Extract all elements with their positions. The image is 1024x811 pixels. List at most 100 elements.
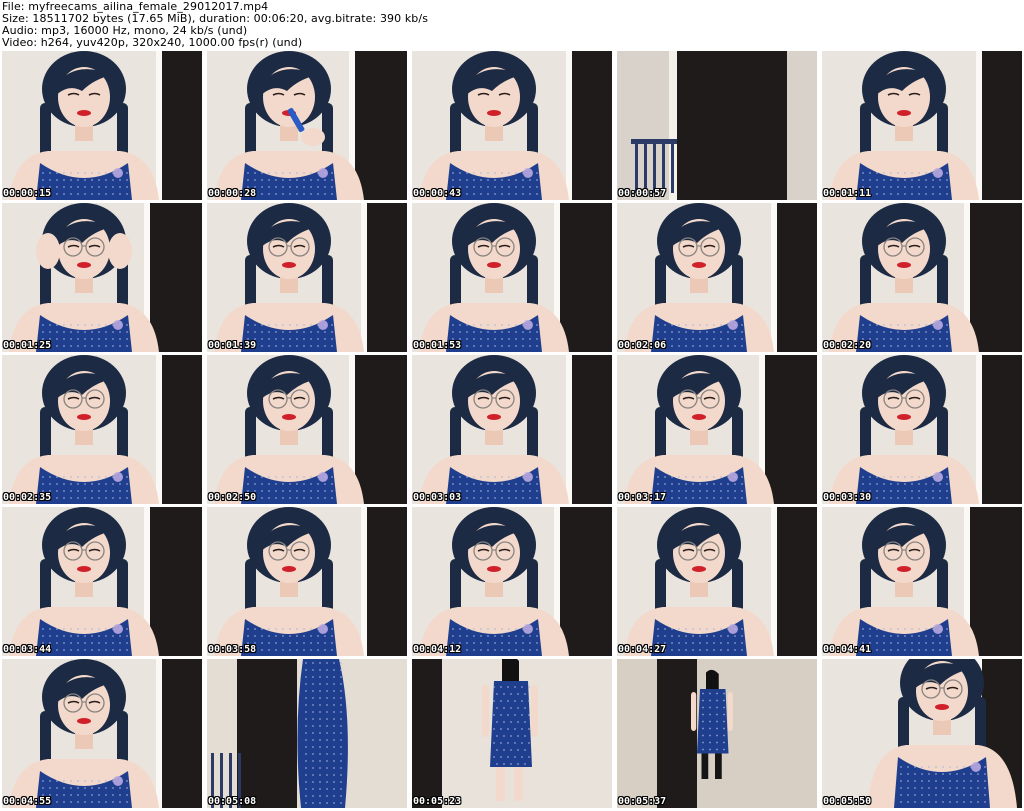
red-lips	[692, 566, 706, 572]
thumbnail-timestamp: 00:01:53	[413, 340, 462, 351]
video-thumbnail: 00:05:23	[412, 659, 612, 808]
video-thumbnail: 00:01:53	[412, 203, 612, 352]
red-lips	[77, 566, 91, 572]
thumbnail-grid: 00:00:15 00:00:28 00:00:43 00:00:57 00:01:11…	[2, 51, 1022, 809]
video-thumbnail: 00:00:28	[207, 51, 407, 200]
red-lips	[487, 566, 501, 572]
red-lips	[897, 110, 911, 116]
video-thumbnail: 00:04:55	[2, 659, 202, 808]
video-thumbnail: 00:04:41	[822, 507, 1022, 656]
thumbnail-image	[207, 355, 407, 504]
video-thumbnail: 00:03:44	[2, 507, 202, 656]
thumbnail-image	[207, 507, 407, 656]
video-thumbnail: 00:04:27	[617, 507, 817, 656]
thumbnail-image	[2, 51, 202, 200]
red-lips	[897, 566, 911, 572]
thumbnail-timestamp: 00:03:58	[208, 644, 257, 655]
red-lips	[487, 414, 501, 420]
thumbnail-image	[2, 507, 202, 656]
thumbnail-timestamp: 00:01:39	[208, 340, 257, 351]
video-thumbnail: 00:02:35	[2, 355, 202, 504]
video-thumbnail: 00:00:43	[412, 51, 612, 200]
thumbnail-timestamp: 00:02:06	[618, 340, 667, 351]
thumbnail-timestamp: 00:04:41	[823, 644, 872, 655]
thumbnail-image	[207, 659, 407, 808]
thumbnail-timestamp: 00:00:15	[3, 188, 52, 199]
video-thumbnail: 00:02:50	[207, 355, 407, 504]
thumbnail-timestamp: 00:05:50	[823, 796, 872, 807]
video-thumbnail: 00:05:50	[822, 659, 1022, 808]
thumbnail-timestamp: 00:05:37	[618, 796, 667, 807]
thumbnail-image	[412, 51, 612, 200]
thumbnail-timestamp: 00:04:27	[618, 644, 667, 655]
thumbnail-timestamp: 00:00:43	[413, 188, 462, 199]
thumbnail-image	[207, 51, 407, 200]
video-thumbnail: 00:02:06	[617, 203, 817, 352]
video-thumbnail: 00:03:30	[822, 355, 1022, 504]
red-lips	[487, 110, 501, 116]
thumbnail-timestamp: 00:05:08	[208, 796, 257, 807]
red-lips	[77, 110, 91, 116]
thumbnail-image	[2, 355, 202, 504]
thumbnail-image	[412, 203, 612, 352]
thumbnail-image	[2, 203, 202, 352]
red-lips	[77, 262, 91, 268]
thumbnail-image	[822, 355, 1022, 504]
video-info-line: Video: h264, yuv420p, 320x240, 1000.00 f…	[2, 36, 303, 49]
thumbnail-image	[2, 659, 202, 808]
red-lips	[487, 262, 501, 268]
video-thumbnail: 00:03:58	[207, 507, 407, 656]
red-lips	[692, 262, 706, 268]
thumbnail-image	[412, 355, 612, 504]
video-thumbnail: 00:00:15	[2, 51, 202, 200]
video-thumbnail: 00:02:20	[822, 203, 1022, 352]
thumbnail-timestamp: 00:01:11	[823, 188, 872, 199]
dress-figure	[297, 659, 348, 808]
thumbnail-timestamp: 00:03:17	[618, 492, 667, 503]
video-thumbnail: 00:04:12	[412, 507, 612, 656]
video-thumbnail: 00:00:57	[617, 51, 817, 200]
red-lips	[935, 704, 949, 710]
thumbnail-timestamp: 00:02:20	[823, 340, 872, 351]
red-lips	[282, 262, 296, 268]
thumbnail-timestamp: 00:02:35	[3, 492, 52, 503]
thumbnail-timestamp: 00:04:12	[413, 644, 462, 655]
thumbnail-image	[822, 507, 1022, 656]
thumbnail-image	[207, 203, 407, 352]
video-thumbnail: 00:03:03	[412, 355, 612, 504]
thumbnail-timestamp: 00:00:57	[618, 188, 667, 199]
thumbnail-timestamp: 00:03:44	[3, 644, 52, 655]
thumbnail-image	[617, 51, 817, 200]
thumbnail-image	[822, 659, 1022, 808]
red-lips	[897, 414, 911, 420]
thumbnail-image	[617, 659, 817, 808]
video-thumbnail: 00:05:37	[617, 659, 817, 808]
video-thumbnail: 00:03:17	[617, 355, 817, 504]
thumbnail-timestamp: 00:03:30	[823, 492, 872, 503]
thumbnail-timestamp: 00:00:28	[208, 188, 257, 199]
thumbnail-image	[412, 659, 612, 808]
thumbnail-image	[412, 507, 612, 656]
red-lips	[282, 566, 296, 572]
red-lips	[897, 262, 911, 268]
red-lips	[77, 414, 91, 420]
thumbnail-timestamp: 00:02:50	[208, 492, 257, 503]
thumbnail-image	[822, 51, 1022, 200]
thumbnail-timestamp: 00:01:25	[3, 340, 52, 351]
red-lips	[692, 414, 706, 420]
video-thumbnail: 00:01:39	[207, 203, 407, 352]
thumbnail-image	[617, 203, 817, 352]
thumbnail-image	[822, 203, 1022, 352]
thumbnail-timestamp: 00:04:55	[3, 796, 52, 807]
contact-sheet: File: myfreecams_ailina_female_29012017.…	[0, 0, 1024, 811]
thumbnail-image	[617, 507, 817, 656]
red-lips	[77, 718, 91, 724]
video-thumbnail: 00:01:11	[822, 51, 1022, 200]
thumbnail-timestamp: 00:05:23	[413, 796, 462, 807]
video-thumbnail: 00:05:08	[207, 659, 407, 808]
file-info-header: File: myfreecams_ailina_female_29012017.…	[2, 1, 1022, 49]
video-thumbnail: 00:01:25	[2, 203, 202, 352]
red-lips	[282, 414, 296, 420]
thumbnail-timestamp: 00:03:03	[413, 492, 462, 503]
thumbnail-image	[617, 355, 817, 504]
